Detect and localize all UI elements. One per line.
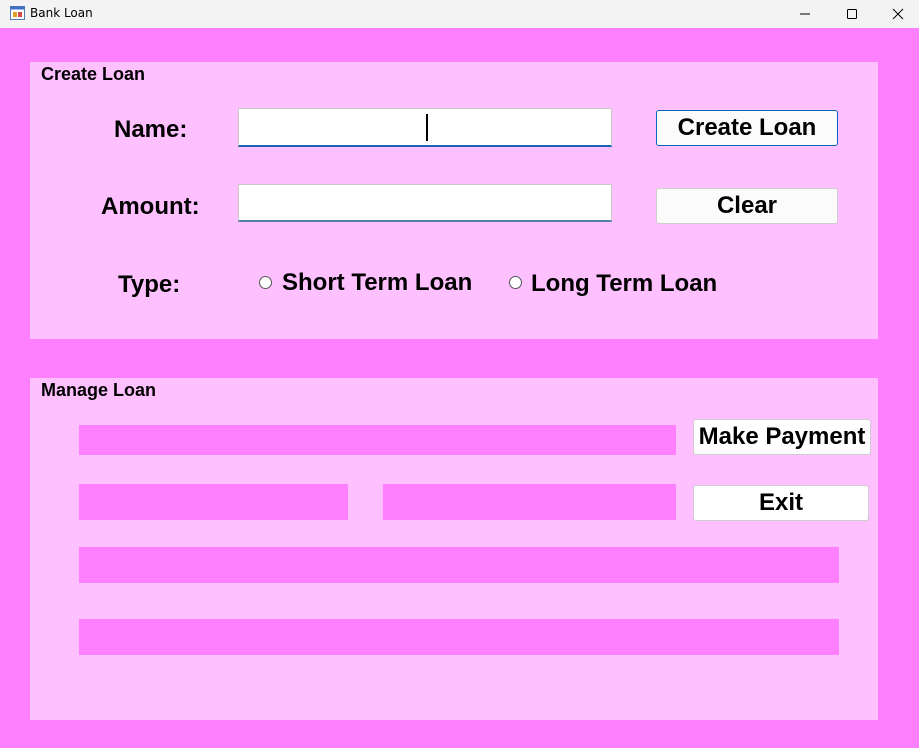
clear-button[interactable]: Clear [656,188,838,224]
amount-input[interactable] [238,184,612,222]
manage-loan-group-title: Manage Loan [41,380,157,400]
title-bar: Bank Loan [0,0,919,28]
loan-info-label [79,425,676,455]
status-label [79,547,839,583]
create-loan-button[interactable]: Create Loan [656,110,838,146]
exit-button[interactable]: Exit [693,485,869,521]
form-icon [10,6,25,20]
close-button[interactable] [875,0,919,28]
minimize-button[interactable] [782,0,828,28]
amount-label: Amount: [101,193,200,220]
balance-label [79,484,348,520]
long-term-radio[interactable] [509,276,522,289]
minimize-icon [800,13,810,15]
maximize-button[interactable] [829,0,875,28]
create-loan-group-title: Create Loan [41,64,146,84]
maximize-icon [847,9,857,19]
type-label: Type: [118,271,181,298]
long-term-label[interactable]: Long Term Loan [531,272,717,296]
short-term-radio[interactable] [259,276,272,289]
message-label [79,619,839,655]
create-loan-group: Create Loan Name: Create Loan Amount: Cl… [30,62,878,339]
window-title: Bank Loan [30,6,93,20]
name-input[interactable] [238,108,612,147]
short-term-label[interactable]: Short Term Loan [282,271,472,295]
payment-amount-label [383,484,676,520]
close-icon [892,8,904,20]
manage-loan-group: Manage Loan Make Payment Exit [30,378,878,720]
make-payment-button[interactable]: Make Payment [693,419,871,455]
name-label: Name: [114,116,188,143]
text-caret [426,114,428,141]
